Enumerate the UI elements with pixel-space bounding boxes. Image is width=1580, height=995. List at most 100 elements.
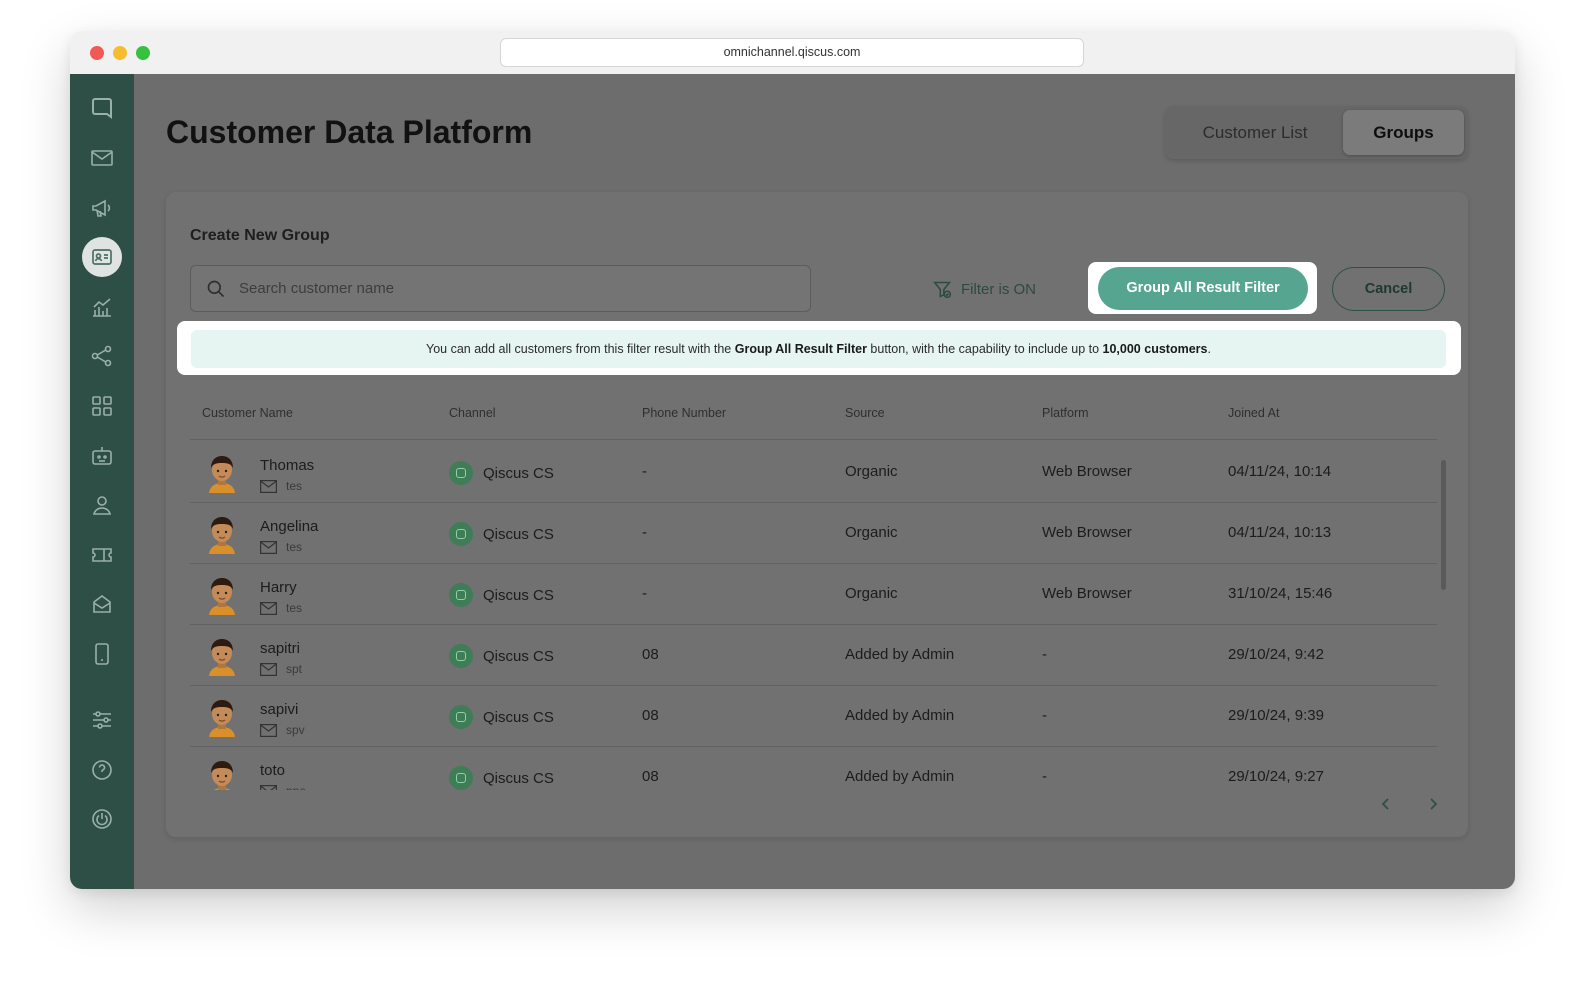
avatar bbox=[209, 456, 235, 493]
joined-cell: 04/11/24, 10:13 bbox=[1228, 524, 1332, 541]
customer-email: ppe bbox=[260, 784, 306, 790]
joined-cell: 31/10/24, 15:46 bbox=[1228, 585, 1333, 602]
channel-name: Qiscus CS bbox=[483, 708, 554, 726]
megaphone-icon[interactable] bbox=[82, 188, 122, 228]
joined-cell: 04/11/24, 10:14 bbox=[1228, 463, 1332, 480]
customer-email-text: spv bbox=[286, 723, 305, 737]
mail-icon bbox=[260, 601, 277, 615]
mail-icon bbox=[260, 540, 277, 554]
search-box bbox=[190, 265, 811, 312]
mail-icon bbox=[260, 723, 277, 737]
minimize-window-button[interactable] bbox=[113, 46, 127, 60]
customer-name: sapitri bbox=[260, 640, 301, 657]
customer-name: toto bbox=[260, 762, 286, 779]
tab-customer-list[interactable]: Customer List bbox=[1169, 110, 1341, 155]
mobile-icon[interactable] bbox=[82, 634, 122, 674]
table-row[interactable]: sapivi spv Qiscus CS 08 Added by Admin -… bbox=[190, 687, 1437, 747]
apps-grid-icon[interactable] bbox=[82, 386, 122, 426]
mail-icon[interactable] bbox=[82, 138, 122, 178]
qiscus-channel-icon bbox=[449, 461, 473, 485]
mail-icon bbox=[260, 479, 277, 493]
column-customer-name: Customer Name bbox=[202, 406, 293, 420]
table-row[interactable]: toto ppe Qiscus CS 08 Added by Admin - 2… bbox=[190, 748, 1437, 790]
address-bar[interactable]: omnichannel.qiscus.com bbox=[500, 38, 1084, 67]
column-source: Source bbox=[845, 406, 885, 420]
phone-cell: 08 bbox=[642, 707, 659, 724]
channel-cell: Qiscus CS bbox=[449, 644, 554, 668]
source-cell: Added by Admin bbox=[845, 707, 955, 724]
info-suffix: . bbox=[1207, 342, 1211, 356]
cancel-button[interactable]: Cancel bbox=[1332, 267, 1445, 311]
search-icon bbox=[207, 280, 225, 298]
next-page-button[interactable] bbox=[1423, 794, 1443, 814]
power-icon[interactable] bbox=[82, 799, 122, 839]
customer-email-text: tes bbox=[286, 601, 303, 615]
ticket-icon[interactable] bbox=[82, 535, 122, 575]
channel-cell: Qiscus CS bbox=[449, 522, 554, 546]
contact-card-icon[interactable] bbox=[82, 237, 122, 277]
table-row[interactable]: Harry tes Qiscus CS - Organic Web Browse… bbox=[190, 565, 1437, 625]
tab-groups[interactable]: Groups bbox=[1343, 110, 1464, 155]
platform-cell: - bbox=[1042, 707, 1047, 724]
source-cell: Organic bbox=[845, 585, 898, 602]
channel-cell: Qiscus CS bbox=[449, 705, 554, 729]
platform-cell: - bbox=[1042, 768, 1047, 785]
analytics-icon[interactable] bbox=[82, 287, 122, 327]
customer-name: Angelina bbox=[260, 518, 319, 535]
maximize-window-button[interactable] bbox=[136, 46, 150, 60]
highlight-frame: Group All Result Filter bbox=[1088, 262, 1317, 314]
qiscus-channel-icon bbox=[449, 522, 473, 546]
integration-share-icon[interactable] bbox=[82, 336, 122, 376]
table-row[interactable]: sapitri spt Qiscus CS 08 Added by Admin … bbox=[190, 626, 1437, 686]
phone-cell: 08 bbox=[642, 768, 659, 785]
source-cell: Added by Admin bbox=[845, 768, 955, 785]
avatar bbox=[209, 700, 235, 737]
column-phone-number: Phone Number bbox=[642, 406, 727, 420]
phone-cell: - bbox=[642, 463, 647, 480]
close-window-button[interactable] bbox=[90, 46, 104, 60]
qiscus-channel-icon bbox=[449, 583, 473, 607]
table-body: Thomas tes Qiscus CS - Organic Web Brows… bbox=[190, 443, 1437, 790]
help-icon[interactable] bbox=[82, 750, 122, 790]
avatar bbox=[209, 639, 235, 676]
search-input[interactable] bbox=[239, 266, 799, 311]
table-row[interactable]: Thomas tes Qiscus CS - Organic Web Brows… bbox=[190, 443, 1437, 503]
qiscus-channel-icon bbox=[449, 705, 473, 729]
agent-icon[interactable] bbox=[82, 485, 122, 525]
info-middle: button, with the capability to include u… bbox=[870, 342, 1100, 356]
table-header: Customer Name Channel Phone Number Sourc… bbox=[190, 392, 1437, 440]
phone-cell: - bbox=[642, 585, 647, 602]
customer-email-text: spt bbox=[286, 662, 303, 676]
source-cell: Added by Admin bbox=[845, 646, 955, 663]
source-cell: Organic bbox=[845, 463, 898, 480]
customer-email-text: ppe bbox=[286, 784, 306, 790]
mail-icon bbox=[260, 662, 277, 676]
inbox-icon[interactable] bbox=[82, 584, 122, 624]
filter-check-icon bbox=[933, 281, 952, 298]
qiscus-channel-icon bbox=[449, 644, 473, 668]
bot-icon[interactable] bbox=[82, 436, 122, 476]
channel-cell: Qiscus CS bbox=[449, 461, 554, 485]
table-row[interactable]: Angelina tes Qiscus CS - Organic Web Bro… bbox=[190, 504, 1437, 564]
customer-email: spt bbox=[260, 662, 302, 676]
avatar bbox=[209, 578, 235, 615]
channel-cell: Qiscus CS bbox=[449, 766, 554, 790]
customer-email: tes bbox=[260, 540, 302, 554]
mail-icon bbox=[260, 784, 277, 790]
chevron-right-icon bbox=[1430, 798, 1438, 810]
channel-name: Qiscus CS bbox=[483, 464, 554, 482]
settings-sliders-icon[interactable] bbox=[82, 700, 122, 740]
sidebar bbox=[70, 74, 134, 889]
customer-email-text: tes bbox=[286, 540, 303, 554]
group-all-result-filter-button[interactable]: Group All Result Filter bbox=[1098, 267, 1308, 310]
previous-page-button[interactable] bbox=[1376, 794, 1396, 814]
chat-bubble-icon[interactable] bbox=[82, 88, 122, 128]
customer-email: tes bbox=[260, 479, 302, 493]
info-highlight-frame: You can add all customers from this filt… bbox=[177, 321, 1461, 375]
channel-name: Qiscus CS bbox=[483, 769, 554, 787]
avatar bbox=[209, 517, 235, 554]
table-scrollbar[interactable] bbox=[1441, 460, 1446, 590]
filter-status[interactable]: Filter is ON bbox=[932, 278, 1036, 300]
customer-email: tes bbox=[260, 601, 302, 615]
channel-name: Qiscus CS bbox=[483, 647, 554, 665]
